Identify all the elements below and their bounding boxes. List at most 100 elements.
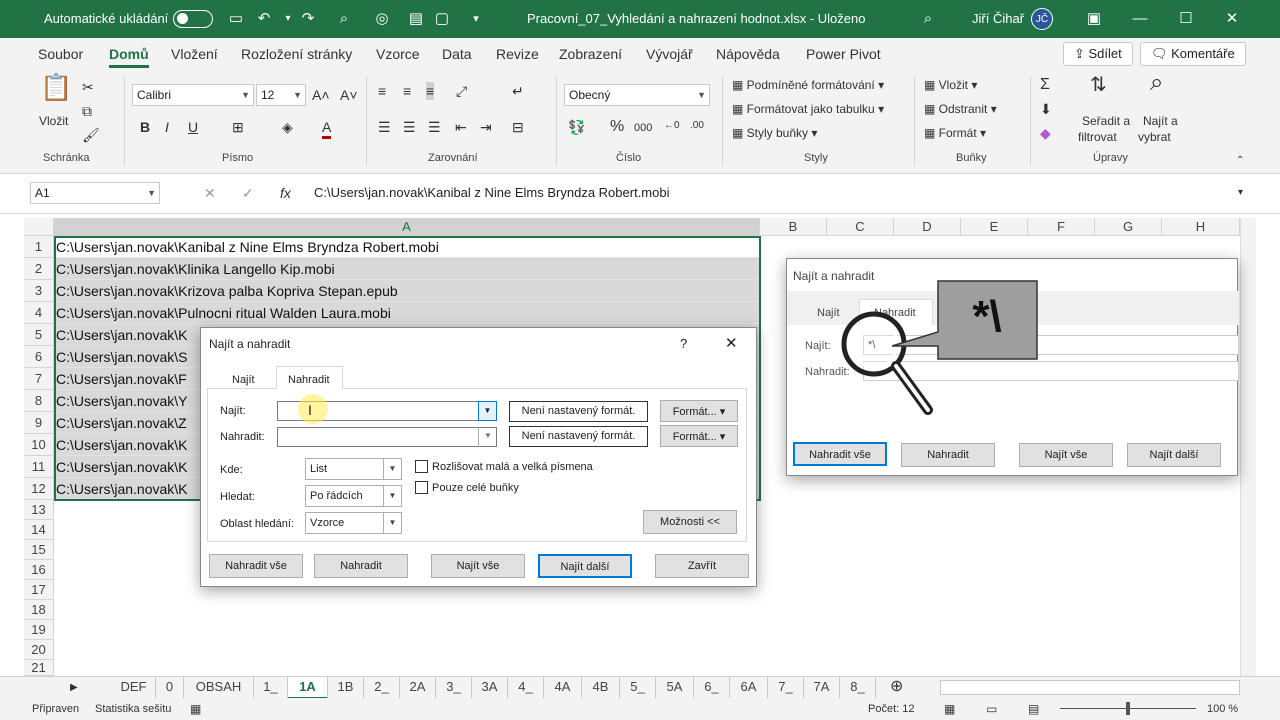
align-top-icon[interactable]: ≡ bbox=[378, 82, 386, 100]
save-icon[interactable]: ▭ bbox=[226, 9, 246, 29]
borders-icon[interactable]: ⊞ bbox=[232, 118, 244, 136]
zoom-slider-thumb[interactable] bbox=[1126, 702, 1130, 715]
sheet-tab[interactable]: 7A bbox=[804, 677, 840, 699]
currency-icon[interactable]: 💱 bbox=[568, 118, 585, 136]
italic-icon[interactable]: I bbox=[165, 118, 169, 136]
sheet-tab[interactable]: 8_ bbox=[840, 677, 876, 699]
align-right-icon[interactable]: ☰ bbox=[428, 118, 441, 136]
tab-insert[interactable]: Vložení bbox=[171, 46, 218, 62]
row-number[interactable]: 4 bbox=[24, 302, 54, 324]
function-icon[interactable]: fx bbox=[280, 184, 291, 202]
row-number[interactable]: 14 bbox=[24, 520, 54, 540]
column-header-g[interactable]: G bbox=[1095, 218, 1162, 236]
fill-icon[interactable]: ⬇ bbox=[1040, 100, 1052, 118]
select-all-corner[interactable] bbox=[24, 218, 54, 236]
row-number[interactable]: 8 bbox=[24, 390, 54, 412]
font-name-select[interactable]: Calibri ▼ bbox=[132, 84, 254, 106]
decrease-decimal-icon[interactable]: .00 bbox=[690, 117, 704, 135]
conditional-formatting-button[interactable]: ▦ Podmíněné formátování ▾ bbox=[732, 76, 884, 94]
row-number[interactable]: 17 bbox=[24, 580, 54, 600]
align-bottom-icon[interactable]: ≡ bbox=[426, 82, 435, 100]
tab-data[interactable]: Data bbox=[442, 46, 472, 62]
redo-icon[interactable]: ↷ bbox=[298, 9, 318, 29]
sheet-tab[interactable]: OBSAH bbox=[184, 677, 254, 699]
print-icon[interactable]: ▤ bbox=[406, 9, 426, 29]
column-header-c[interactable]: C bbox=[827, 218, 894, 236]
cell-a4[interactable]: C:\Users\jan.novak\Pulnocni ritual Walde… bbox=[54, 302, 760, 324]
shrink-font-icon[interactable]: A˅ bbox=[340, 86, 358, 104]
sort-filter-label-2[interactable]: filtrovat bbox=[1078, 128, 1117, 146]
preview-icon[interactable]: ▢ bbox=[432, 9, 452, 29]
merge-center-icon[interactable]: ⊟ bbox=[512, 118, 524, 136]
delete-cells-button[interactable]: ▦ Odstranit ▾ bbox=[924, 100, 997, 118]
row-number[interactable]: 3 bbox=[24, 280, 54, 302]
search-icon[interactable]: ⌕ bbox=[334, 9, 354, 29]
zoom-level[interactable]: 100 % bbox=[1207, 700, 1238, 718]
bold-icon[interactable]: B bbox=[140, 118, 150, 136]
ribbon-display-icon[interactable]: ▣ bbox=[1084, 9, 1104, 29]
sheet-tab[interactable]: 2A bbox=[400, 677, 436, 699]
collapse-ribbon-icon[interactable]: ⌃ bbox=[1236, 152, 1244, 170]
find-next-button[interactable]: Najít další bbox=[538, 554, 632, 578]
sheet-tab[interactable]: 7_ bbox=[768, 677, 804, 699]
cancel-icon[interactable]: ✕ bbox=[204, 184, 216, 202]
sheet-tab[interactable]: 2_ bbox=[364, 677, 400, 699]
copy-icon[interactable]: ⧉ bbox=[82, 102, 92, 120]
status-workbook-stats[interactable]: Statistika sešitu bbox=[95, 700, 171, 718]
add-sheet-icon[interactable]: ⊕ bbox=[890, 678, 903, 696]
find-select-label-2[interactable]: vybrat bbox=[1138, 128, 1171, 146]
column-header-b[interactable]: B bbox=[760, 218, 827, 236]
undo-icon[interactable]: ↶ bbox=[254, 9, 274, 29]
tab-formulas[interactable]: Vzorce bbox=[376, 46, 420, 62]
tab-power-pivot[interactable]: Power Pivot bbox=[806, 46, 881, 62]
sheet-tab[interactable]: 1_ bbox=[254, 677, 288, 699]
paste-label[interactable]: Vložit bbox=[39, 112, 68, 130]
globe-icon[interactable]: ◎ bbox=[372, 9, 392, 29]
tab-page-layout[interactable]: Rozložení stránky bbox=[241, 46, 352, 62]
horizontal-scrollbar[interactable] bbox=[940, 680, 1240, 695]
row-number[interactable]: 18 bbox=[24, 600, 54, 620]
sheet-tab[interactable]: 4A bbox=[544, 677, 582, 699]
tab-find[interactable]: Najít bbox=[232, 374, 255, 386]
decrease-indent-icon[interactable]: ⇤ bbox=[455, 118, 467, 136]
sheet-tab[interactable]: 6_ bbox=[694, 677, 730, 699]
sheet-tab[interactable]: 1B bbox=[328, 677, 364, 699]
sheet-tab[interactable]: 3A bbox=[472, 677, 508, 699]
customize-toolbar-icon[interactable]: ▾ bbox=[466, 9, 486, 29]
sheet-tab-active[interactable]: 1A bbox=[288, 677, 328, 699]
autosave-toggle[interactable] bbox=[173, 10, 213, 28]
row-number[interactable]: 2 bbox=[24, 258, 54, 280]
sheet-tab[interactable]: 0 bbox=[156, 677, 184, 699]
column-header-a[interactable]: A bbox=[54, 218, 760, 236]
row-number[interactable]: 9 bbox=[24, 412, 54, 434]
sheet-tab[interactable]: 5A bbox=[656, 677, 694, 699]
underline-icon[interactable]: U bbox=[188, 118, 198, 136]
tab-file[interactable]: Soubor bbox=[38, 46, 83, 62]
row-number[interactable]: 21 bbox=[24, 660, 54, 676]
enter-icon[interactable]: ✓ bbox=[242, 184, 254, 202]
orientation-icon[interactable]: ⤢ bbox=[456, 82, 467, 100]
clear-icon[interactable]: ◆ bbox=[1040, 124, 1051, 142]
chevron-down-icon[interactable]: ▼ bbox=[478, 427, 497, 447]
tab-view[interactable]: Zobrazení bbox=[559, 46, 622, 62]
row-number[interactable]: 7 bbox=[24, 368, 54, 390]
sheet-tab[interactable]: 4B bbox=[582, 677, 620, 699]
inset-replace-all-button[interactable]: Nahradit vše bbox=[793, 442, 887, 466]
inset-find-next-button[interactable]: Najít další bbox=[1127, 443, 1221, 467]
align-center-icon[interactable]: ☰ bbox=[403, 118, 416, 136]
format-as-table-button[interactable]: ▦ Formátovat jako tabulku ▾ bbox=[732, 100, 884, 118]
paste-icon[interactable]: 📋 bbox=[40, 74, 72, 100]
maximize-icon[interactable]: ☐ bbox=[1176, 9, 1196, 29]
normal-view-icon[interactable]: ▦ bbox=[944, 700, 955, 718]
match-case-label[interactable]: Rozlišovat malá a velká písmena bbox=[432, 461, 593, 473]
tab-home[interactable]: Domů bbox=[109, 46, 149, 68]
tab-developer[interactable]: Vývojář bbox=[646, 46, 693, 62]
row-number[interactable]: 12 bbox=[24, 478, 54, 500]
sheet-tab[interactable]: 4_ bbox=[508, 677, 544, 699]
vertical-scrollbar[interactable] bbox=[1240, 218, 1256, 676]
autosum-icon[interactable]: Σ bbox=[1040, 76, 1050, 94]
wrap-text-icon[interactable]: ↵ bbox=[512, 82, 524, 100]
replace-button[interactable]: Nahradit bbox=[314, 554, 408, 578]
grow-font-icon[interactable]: A˄ bbox=[312, 86, 330, 104]
font-color-icon[interactable]: A bbox=[322, 118, 332, 139]
